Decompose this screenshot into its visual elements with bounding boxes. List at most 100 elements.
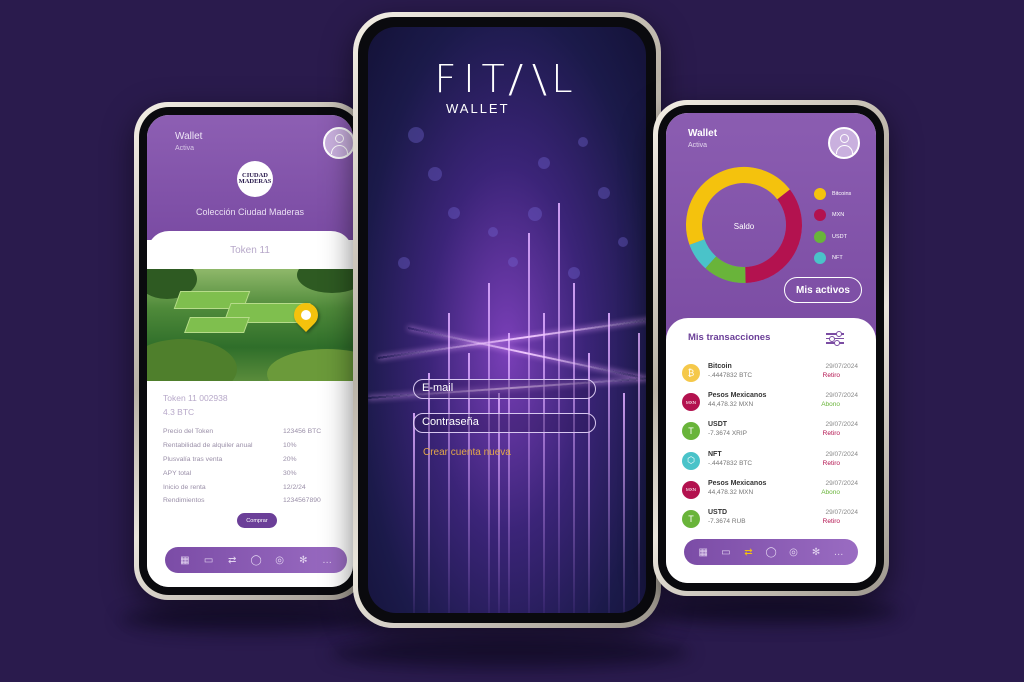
- settings-icon[interactable]: ✻: [811, 547, 822, 558]
- bokeh-light: [408, 127, 424, 143]
- legend-dot: [814, 209, 826, 222]
- property-photo: [147, 269, 353, 381]
- profile-icon[interactable]: ◯: [765, 547, 776, 558]
- transaction-amount: 44,478.32 MXN: [708, 401, 754, 409]
- transaction-amount: -.4447832 BTC: [708, 372, 753, 379]
- phone-shadow: [650, 600, 900, 624]
- brand-subtitle: WALLET: [446, 101, 510, 116]
- ciudad-maderas-logo: CIUDAD MADERAS: [237, 161, 273, 197]
- legend-dot: [814, 187, 826, 200]
- bokeh-light: [598, 187, 610, 199]
- transaction-date: 29/07/2024: [825, 508, 858, 516]
- transaction-row[interactable]: T USTD -7.3674 RUB 29/07/2024 Retiro: [680, 506, 862, 535]
- brand-logo: FIT/\L: [434, 57, 580, 101]
- password-input[interactable]: Contraseña: [413, 413, 596, 433]
- transaction-amount: -7.3674 XRIP: [708, 430, 748, 438]
- transaction-date: 29/07/2024: [825, 392, 858, 400]
- bokeh-light: [538, 157, 550, 169]
- transaction-row[interactable]: MXN Pesos Mexicanos 44,478.32 MXN 29/07/202…: [680, 477, 862, 506]
- bottom-nav: ▦ ▭ ⇄ ◯ ◎ ✻ …: [165, 547, 347, 573]
- token-title: Token 11: [230, 245, 270, 256]
- bokeh-light: [448, 207, 460, 219]
- transactions-title: Mis transacciones: [688, 332, 771, 343]
- grid-icon[interactable]: ▦: [179, 555, 190, 566]
- bitcoin-icon: ₿: [682, 364, 700, 382]
- light-bar: [448, 313, 450, 613]
- legend-item: USDT: [814, 226, 851, 248]
- chat-icon[interactable]: …: [322, 555, 333, 566]
- transaction-row[interactable]: MXN Pesos Mexicanos 44,478.32 MXN 29/07/202…: [680, 389, 862, 418]
- transaction-row[interactable]: T USDT -7.3674 XRIP 29/07/2024 Retiro: [680, 418, 862, 447]
- header: Wallet Activa Saldo Bitcoins MXN USDT NF…: [666, 113, 876, 341]
- legend-item: Bitcoins: [814, 183, 851, 205]
- bokeh-light: [578, 137, 588, 147]
- transaction-date: 29/07/2024: [825, 363, 858, 370]
- chat-icon[interactable]: …: [833, 547, 844, 558]
- wallet-label: Wallet: [175, 131, 203, 142]
- coin-icon[interactable]: ◎: [788, 547, 799, 558]
- mxn-icon: MXN: [682, 393, 700, 412]
- transaction-type: Abono: [821, 488, 840, 496]
- transaction-row[interactable]: ⬡ NFT -.4447832 BTC 29/07/2024 Retiro: [680, 448, 862, 477]
- transaction-date: 29/07/2024: [825, 450, 858, 458]
- create-account-link[interactable]: Crear cuenta nueva: [423, 447, 511, 458]
- transaction-name: NFT: [708, 450, 722, 458]
- light-bar: [558, 203, 560, 613]
- transaction-amount: -.4447832 BTC: [708, 459, 753, 467]
- detail-row: Precio del Token 123456 BTC: [163, 428, 322, 436]
- email-input[interactable]: E-mail: [413, 379, 596, 399]
- profile-icon[interactable]: ◯: [250, 555, 261, 566]
- transaction-name: Pesos Mexicanos: [708, 392, 767, 400]
- bokeh-light: [398, 257, 410, 269]
- bokeh-light: [488, 227, 498, 237]
- avatar[interactable]: [828, 127, 860, 159]
- transaction-row[interactable]: ₿ Bitcoin -.4447832 BTC 29/07/2024 Retiro: [680, 360, 862, 389]
- transaction-date: 29/07/2024: [825, 479, 858, 487]
- light-bar: [428, 373, 430, 613]
- mxn-icon: MXN: [682, 480, 700, 499]
- usdt-icon: T: [682, 422, 700, 441]
- wallet-icon[interactable]: ▭: [203, 555, 214, 566]
- avatar[interactable]: [323, 127, 353, 159]
- buy-button[interactable]: Comprar: [237, 513, 277, 528]
- token-price: 4.3 BTC: [163, 407, 195, 417]
- transaction-name: Pesos Mexicanos: [708, 479, 767, 487]
- token-card: Token 11 Token 11 002938 4.3 BTC Precio …: [147, 231, 353, 587]
- transfer-icon[interactable]: ⇄: [743, 547, 754, 558]
- legend-dot: [814, 230, 826, 243]
- balance-donut-chart: Saldo: [686, 167, 802, 283]
- transaction-type: Retiro: [822, 517, 840, 525]
- header: Wallet Activa CIUDAD MADERAS Colección C…: [147, 115, 353, 240]
- detail-row: Plusvalía tras venta 20%: [163, 455, 297, 463]
- light-bar: [623, 393, 625, 613]
- transaction-date: 29/07/2024: [825, 421, 858, 429]
- status-label: Activa: [688, 142, 708, 149]
- light-bar: [573, 283, 575, 613]
- token-id: Token 11 002938: [163, 393, 228, 403]
- detail-row: APY total 30%: [163, 469, 297, 477]
- transaction-amount: 44,478.32 MXN: [708, 488, 754, 496]
- filter-icon[interactable]: [826, 330, 844, 346]
- light-bar: [413, 413, 415, 613]
- transaction-amount: -7.3674 RUB: [708, 517, 746, 525]
- transaction-type: Abono: [821, 401, 840, 409]
- transaction-name: Bitcoin: [708, 363, 732, 370]
- transactions-list: ₿ Bitcoin -.4447832 BTC 29/07/2024 Retiro MXN…: [680, 360, 862, 535]
- grid-icon[interactable]: ▦: [698, 547, 709, 558]
- transfer-icon[interactable]: ⇄: [227, 555, 238, 566]
- wallet-icon[interactable]: ▭: [720, 547, 731, 558]
- settings-icon[interactable]: ✻: [298, 555, 309, 566]
- bokeh-light: [568, 267, 580, 279]
- coin-icon[interactable]: ◎: [274, 555, 285, 566]
- phone-token-detail: Wallet Activa CIUDAD MADERAS Colección C…: [134, 102, 366, 600]
- usdt-icon: T: [682, 509, 700, 528]
- light-bar: [508, 333, 510, 613]
- my-assets-button[interactable]: Mis activos: [784, 277, 862, 303]
- bokeh-light: [428, 167, 442, 181]
- detail-row: Inicio de renta 12/2/24: [163, 483, 306, 491]
- donut-legend: Bitcoins MXN USDT NFT: [814, 183, 851, 269]
- transaction-type: Retiro: [822, 430, 840, 438]
- legend-dot: [814, 252, 826, 265]
- nft-icon: ⬡: [682, 451, 700, 470]
- phone-shadow: [330, 638, 690, 668]
